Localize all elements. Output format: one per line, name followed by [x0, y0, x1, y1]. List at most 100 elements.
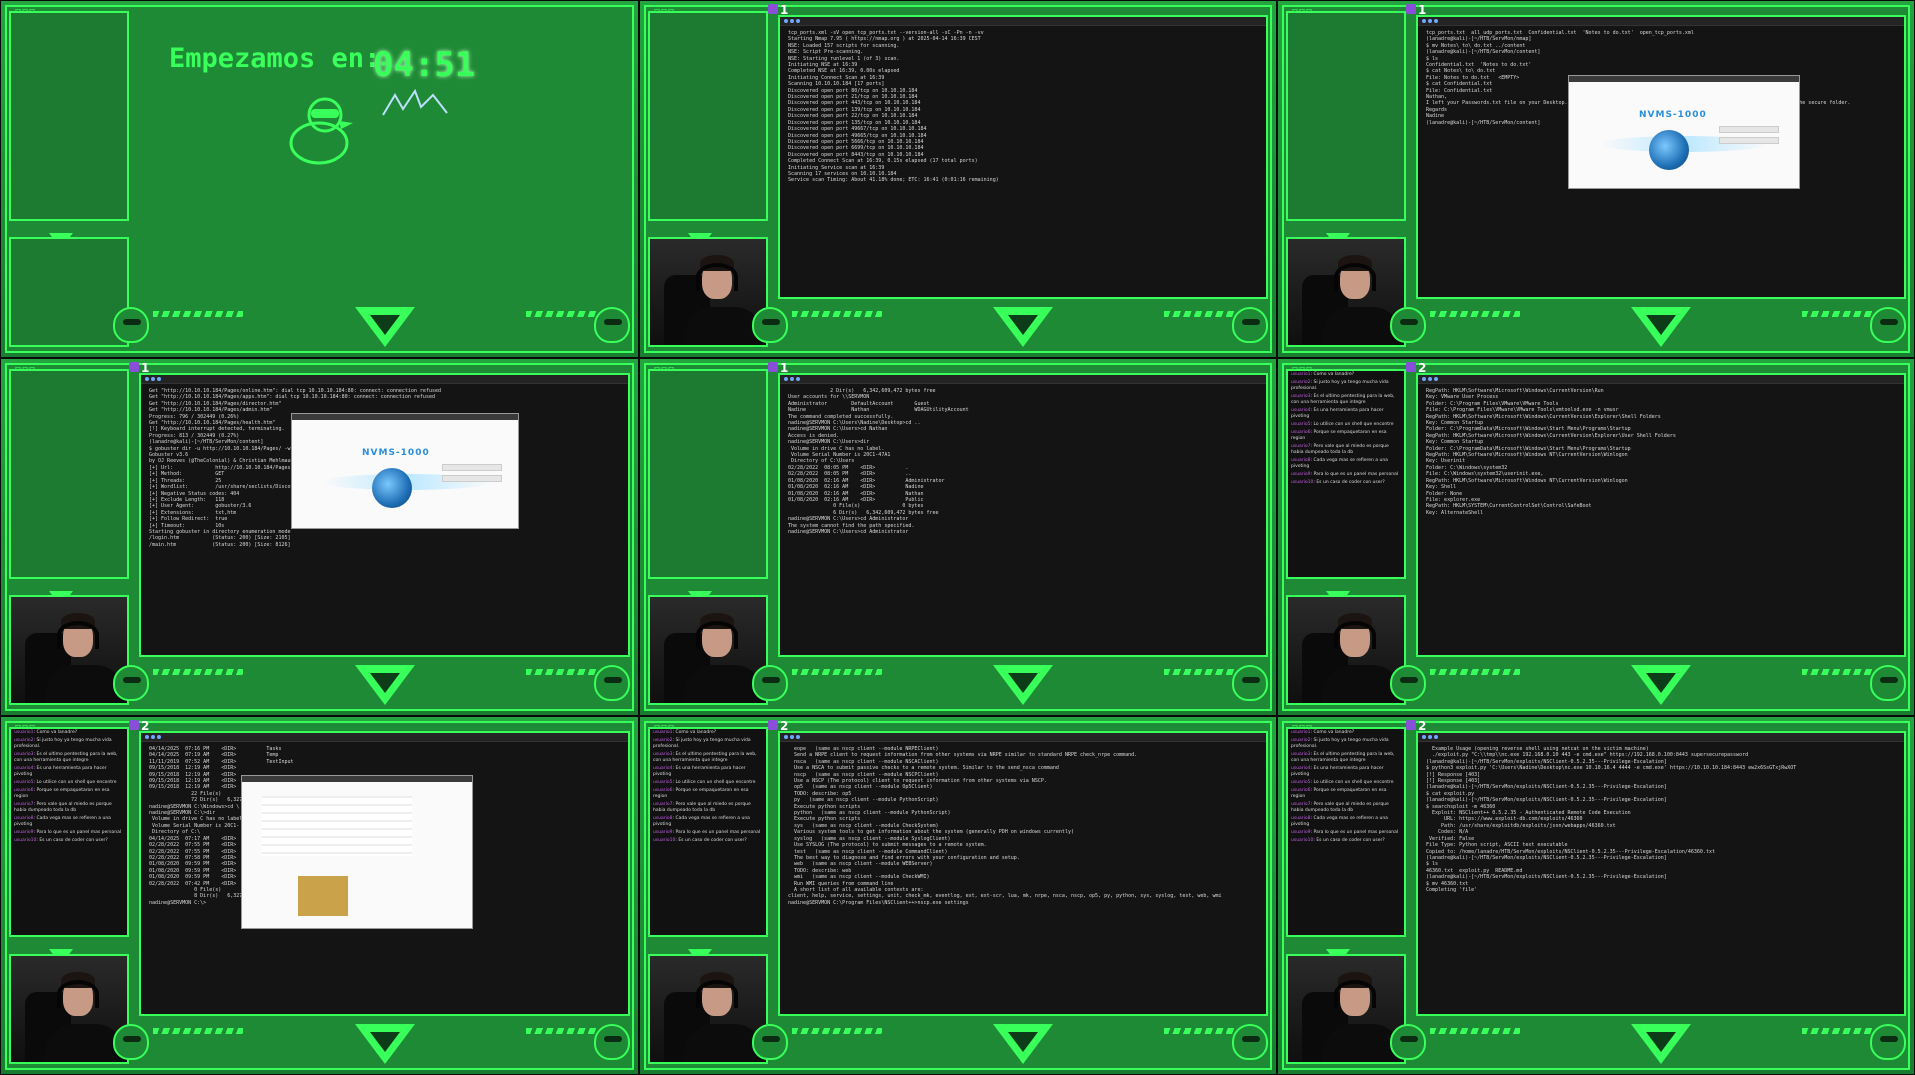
chat-message: usuario3: Es el ultimo pentesting para l…	[1291, 394, 1395, 405]
stream-panel: ▽▽▽usuario1: Como va lanadre?usuario2: S…	[1277, 358, 1915, 716]
duck-icon	[1232, 307, 1268, 343]
streamer-badge-icon	[129, 720, 139, 730]
chat-message: usuario7: Pero vale que al miedo es porq…	[1291, 444, 1389, 455]
chat-message: usuario2: Si justo hoy ya tengo mucha vi…	[653, 738, 751, 749]
webcam	[648, 595, 768, 705]
terminal-output[interactable]: tcp_ports.xml -sV open_tcp_ports.txt --v…	[780, 26, 1266, 188]
browser-window[interactable]	[241, 775, 473, 929]
desktop-screen: 2 Dir(s) 6,342,609,472 bytes free User ac…	[778, 373, 1268, 657]
chat-message: usuario7: Pero vale que al miedo es porq…	[14, 802, 112, 813]
bottom-bar	[1390, 663, 1906, 709]
streamer-badge-icon	[129, 362, 139, 372]
streamer-badge-icon	[768, 4, 778, 14]
username-field[interactable]	[442, 464, 502, 471]
lightning-icon	[382, 89, 448, 116]
terminal-output[interactable]: 2 Dir(s) 6,342,609,472 bytes free User ac…	[780, 384, 1266, 539]
terminal-line: client, help, service, settings, unit, c…	[788, 893, 1222, 900]
webcam	[9, 595, 129, 705]
chat-message: usuario4: Es una herramienta para hacer …	[653, 766, 746, 777]
terminal-line: /main.htm (Status: 200) [Size: 8126]	[149, 541, 291, 548]
chat-message: usuario8: Cada vega mas se refieren a un…	[14, 816, 111, 827]
stream-panel: ▽▽▽Empezamos en:04:51	[0, 0, 639, 358]
kali-topbar	[1418, 375, 1904, 384]
desktop-screen: eope (same as nscp client --module NRPEC…	[778, 731, 1268, 1016]
webcam	[648, 954, 768, 1064]
duck-icon	[752, 1024, 788, 1060]
streamer-badge-icon	[1406, 720, 1416, 730]
chat-message: usuario9: Para lo que es un panel mas pe…	[653, 830, 761, 835]
chat-message: usuario8: Cada vega mas se refieren a un…	[1291, 816, 1388, 827]
chat-message: usuario5: Lo utilice con un shell que en…	[1291, 780, 1394, 785]
chat-message: usuario3: Es el ultimo pentesting para l…	[14, 752, 118, 763]
terminal-output[interactable]: RegPath: HKLM\Software\Microsoft\Windows…	[1418, 384, 1904, 520]
side-panel	[1286, 11, 1406, 221]
chat-message: usuario4: Es una herramienta para hacer …	[1291, 766, 1384, 777]
chat-message: usuario2: Si justo hoy ya tengo mucha vi…	[14, 738, 112, 749]
username-field[interactable]	[1719, 126, 1779, 133]
duck-icon	[594, 1024, 630, 1060]
bottom-bar	[1390, 1022, 1906, 1068]
chat-message: usuario5: Lo utilice con un shell que en…	[1291, 422, 1394, 427]
browser-window[interactable]: NVMS-1000	[1568, 75, 1800, 189]
chat-message: usuario2: Si justo hoy ya tengo mucha vi…	[1291, 738, 1389, 749]
chat-message: usuario5: Lo utilice con un shell que en…	[14, 780, 117, 785]
chat-message: usuario7: Pero vale que al miedo es porq…	[1291, 802, 1389, 813]
desktop-screen: RegPath: HKLM\Software\Microsoft\Windows…	[1416, 373, 1906, 657]
stream-panel: ▽▽▽usuario1: Como va lanadre?usuario2: S…	[0, 716, 639, 1075]
chat-message: usuario10: Es un caso de coder con user?	[653, 838, 747, 843]
streamer-badge-icon	[768, 720, 778, 730]
duck-icon	[594, 665, 630, 701]
desktop-screen: tcp_ports.txt all_udp_ports.txt Confiden…	[1416, 15, 1906, 299]
countdown-label: Empezamos en:	[169, 43, 381, 74]
bottom-bar	[113, 1022, 630, 1068]
chat-message: usuario6: Porque se empaquetaron en esa …	[1291, 430, 1387, 441]
chat-panel: usuario1: Como va lanadre? usuario2: Si j…	[1286, 369, 1406, 579]
chat-message: usuario3: Es el ultimo pentesting para l…	[653, 752, 757, 763]
side-panel	[9, 11, 129, 221]
stream-thumbnail-grid: ▽▽▽Empezamos en:04:51▽▽▽1tcp_ports.xml -…	[0, 0, 1915, 1075]
chat-message: usuario8: Cada vega mas se refieren a un…	[1291, 458, 1388, 469]
bottom-bar	[752, 663, 1268, 709]
chat-message: usuario4: Es una herramienta para hacer …	[1291, 408, 1384, 419]
duck-icon	[113, 1024, 149, 1060]
panel-number: 1	[1418, 3, 1427, 17]
duck-icon	[113, 665, 149, 701]
side-panel	[648, 369, 768, 579]
webcam	[1286, 595, 1406, 705]
webcam	[1286, 237, 1406, 347]
kali-topbar	[1418, 733, 1904, 742]
browser-window[interactable]: NVMS-1000	[291, 413, 519, 529]
chat-message: usuario4: Es una herramienta para hacer …	[14, 766, 107, 777]
chat-message: usuario6: Porque se empaquetaron en esa …	[653, 788, 749, 799]
streamer-badge-icon	[1406, 4, 1416, 14]
stream-panel: ▽▽▽1tcp_ports.txt all_udp_ports.txt Conf…	[1277, 0, 1915, 358]
panel-number: 2	[1418, 361, 1427, 375]
panel-number: 1	[141, 361, 150, 375]
globe-icon	[372, 468, 412, 508]
password-field[interactable]	[1719, 137, 1779, 144]
duck-icon	[1870, 665, 1906, 701]
chat-message: usuario10: Es un caso de coder con user?	[1291, 480, 1385, 485]
bottom-bar	[113, 663, 630, 709]
chat-message: usuario1: Como va lanadre?	[653, 730, 717, 735]
desktop-screen: 04/14/2025 07:16 PM <DIR> Tasks 04/14/202…	[139, 731, 630, 1016]
duck-icon	[1390, 307, 1426, 343]
panel-number: 2	[1418, 719, 1427, 733]
bottom-bar	[752, 305, 1268, 351]
password-field[interactable]	[442, 475, 502, 482]
desktop-screen: Get "http://10.10.10.184/Pages/online.ht…	[139, 373, 630, 657]
chat-panel: usuario1: Como va lanadre? usuario2: Si j…	[1286, 727, 1406, 937]
streamer-badge-icon	[768, 362, 778, 372]
article-text	[262, 796, 412, 856]
terminal-output[interactable]: Example Usage (opening reverse shell usi…	[1418, 742, 1904, 897]
panel-number: 1	[780, 361, 789, 375]
chat-message: usuario5: Lo utilice con un shell que en…	[653, 780, 756, 785]
duck-icon	[752, 665, 788, 701]
bottom-bar	[1390, 305, 1906, 351]
terminal-output[interactable]: eope (same as nscp client --module NRPEC…	[780, 742, 1266, 910]
stream-panel: ▽▽▽1Get "http://10.10.10.184/Pages/onlin…	[0, 358, 639, 716]
chat-message: usuario3: Es el ultimo pentesting para l…	[1291, 752, 1395, 763]
duck-logo-icon	[289, 97, 353, 165]
webcam	[9, 954, 129, 1064]
chat-message: usuario9: Para lo que es un panel mas pe…	[14, 830, 122, 835]
